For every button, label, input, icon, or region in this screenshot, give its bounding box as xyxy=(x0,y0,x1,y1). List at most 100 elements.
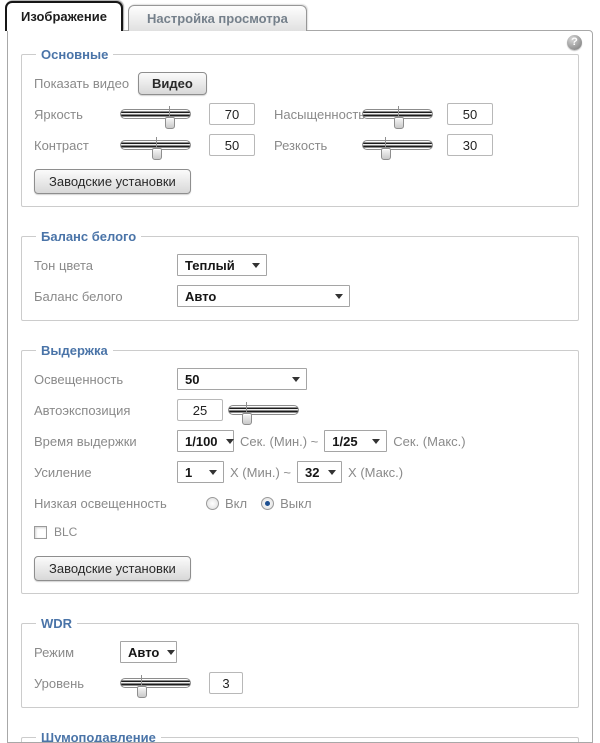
wdr-level-row: Уровень xyxy=(34,671,566,695)
low-light-on-label: Вкл xyxy=(225,496,247,511)
show-video-label: Показать видео xyxy=(34,76,138,91)
select-value: 1/100 xyxy=(185,434,218,449)
chevron-down-icon xyxy=(252,263,260,272)
chevron-down-icon xyxy=(226,439,234,448)
low-light-on-radio[interactable] xyxy=(206,497,219,510)
auto-exposure-label: Автоэкспозиция xyxy=(34,403,177,418)
contrast-input[interactable] xyxy=(209,134,255,156)
basic-factory-row: Заводские установки xyxy=(34,169,566,194)
slider-track xyxy=(228,405,299,415)
show-video-row: Показать видео Видео xyxy=(34,71,566,95)
wdr-mode-select[interactable]: Авто xyxy=(120,641,177,663)
section-basic: Основные Показать видео Видео Яркость На… xyxy=(21,47,579,207)
slider-thumb[interactable] xyxy=(165,117,175,129)
wdr-level-input[interactable] xyxy=(209,672,243,694)
select-value: Авто xyxy=(185,289,216,304)
gain-max-select[interactable]: 32 xyxy=(297,461,342,483)
section-noise-reduction: Шумоподавление Режим Выкл xyxy=(21,730,579,743)
white-balance-row: Баланс белого Авто xyxy=(34,284,566,308)
chevron-down-icon xyxy=(209,470,217,479)
white-balance-select[interactable]: Авто xyxy=(177,285,350,307)
slider-thumb[interactable] xyxy=(152,148,162,160)
chevron-down-icon xyxy=(167,650,175,659)
chevron-down-icon xyxy=(372,439,380,448)
gain-max-unit: X (Макс.) xyxy=(348,465,403,480)
low-light-off-label: Выкл xyxy=(280,496,311,511)
sharpness-label: Резкость xyxy=(274,138,362,153)
brightness-slider[interactable] xyxy=(120,108,191,121)
shutter-time-row: Время выдержки 1/100 Сек. (Мин.) ~ 1/25 … xyxy=(34,429,566,453)
select-value: Авто xyxy=(128,645,159,660)
help-icon[interactable]: ? xyxy=(567,35,582,50)
slider-thumb[interactable] xyxy=(137,686,147,698)
slider-track xyxy=(362,140,433,150)
saturation-slider[interactable] xyxy=(362,108,433,121)
select-value: 1/25 xyxy=(332,434,357,449)
saturation-input[interactable] xyxy=(447,103,493,125)
illumination-select[interactable]: 50 xyxy=(177,368,307,390)
select-value: Теплый xyxy=(185,258,235,273)
select-value: 50 xyxy=(185,372,199,387)
saturation-label: Насыщенность xyxy=(274,107,362,122)
select-value: 32 xyxy=(305,465,319,480)
slider-track xyxy=(120,678,191,688)
gain-min-select[interactable]: 1 xyxy=(177,461,224,483)
section-wdr-legend: WDR xyxy=(36,616,77,631)
contrast-label: Контраст xyxy=(34,138,120,153)
auto-exposure-slider[interactable] xyxy=(228,404,299,417)
white-balance-label: Баланс белого xyxy=(34,289,177,304)
sharpness-slider[interactable] xyxy=(362,139,433,152)
section-wdr: WDR Режим Авто Уровень xyxy=(21,616,579,708)
color-tone-row: Тон цвета Теплый xyxy=(34,253,566,277)
section-noise-reduction-legend: Шумоподавление xyxy=(36,730,161,743)
exposure-factory-row: Заводские установки xyxy=(34,556,566,581)
brightness-saturation-row: Яркость Насыщенность xyxy=(34,102,566,126)
auto-exposure-input[interactable] xyxy=(177,399,223,421)
color-tone-label: Тон цвета xyxy=(34,258,177,273)
tab-bar: Изображение Настройка просмотра xyxy=(0,0,600,31)
brightness-input[interactable] xyxy=(209,103,255,125)
slider-thumb[interactable] xyxy=(242,413,252,425)
wdr-mode-label: Режим xyxy=(34,645,120,660)
chevron-down-icon xyxy=(328,470,336,479)
illumination-label: Освещенность xyxy=(34,372,177,387)
gain-row: Усиление 1 X (Мин.) ~ 32 X (Макс.) xyxy=(34,460,566,484)
video-button[interactable]: Видео xyxy=(138,72,207,95)
slider-thumb[interactable] xyxy=(381,148,391,160)
low-light-label: Низкая освещенность xyxy=(34,496,206,511)
blc-row: BLC xyxy=(34,520,566,544)
wdr-mode-row: Режим Авто xyxy=(34,640,566,664)
slider-thumb[interactable] xyxy=(394,117,404,129)
factory-defaults-button[interactable]: Заводские установки xyxy=(34,556,191,581)
section-basic-legend: Основные xyxy=(36,47,113,62)
wdr-level-slider[interactable] xyxy=(120,677,191,690)
section-white-balance-legend: Баланс белого xyxy=(36,229,141,244)
section-exposure-legend: Выдержка xyxy=(36,343,113,358)
chevron-down-icon xyxy=(335,294,343,303)
section-white-balance: Баланс белого Тон цвета Теплый Баланс бе… xyxy=(21,229,579,321)
color-tone-select[interactable]: Теплый xyxy=(177,254,267,276)
wdr-level-label: Уровень xyxy=(34,676,120,691)
auto-exposure-row: Автоэкспозиция xyxy=(34,398,566,422)
brightness-label: Яркость xyxy=(34,107,120,122)
factory-defaults-button[interactable]: Заводские установки xyxy=(34,169,191,194)
shutter-min-select[interactable]: 1/100 xyxy=(177,430,234,452)
gain-min-unit: X (Мин.) ~ xyxy=(230,465,291,480)
tab-view-settings[interactable]: Настройка просмотра xyxy=(128,5,307,31)
low-light-row: Низкая освещенность Вкл Выкл xyxy=(34,491,566,515)
contrast-slider[interactable] xyxy=(120,139,191,152)
gain-label: Усиление xyxy=(34,465,177,480)
image-settings-panel: ? Основные Показать видео Видео Яркость … xyxy=(7,30,593,743)
low-light-off-radio[interactable] xyxy=(261,497,274,510)
shutter-max-select[interactable]: 1/25 xyxy=(324,430,387,452)
shutter-time-label: Время выдержки xyxy=(34,434,177,449)
slider-track xyxy=(120,109,191,119)
blc-label: BLC xyxy=(54,525,77,539)
select-value: 1 xyxy=(185,465,192,480)
sharpness-input[interactable] xyxy=(447,134,493,156)
section-exposure: Выдержка Освещенность 50 Автоэкспозиция … xyxy=(21,343,579,594)
shutter-max-unit: Сек. (Макс.) xyxy=(393,434,465,449)
blc-checkbox[interactable] xyxy=(34,526,47,539)
contrast-sharpness-row: Контраст Резкость xyxy=(34,133,566,157)
tab-image[interactable]: Изображение xyxy=(5,1,123,31)
